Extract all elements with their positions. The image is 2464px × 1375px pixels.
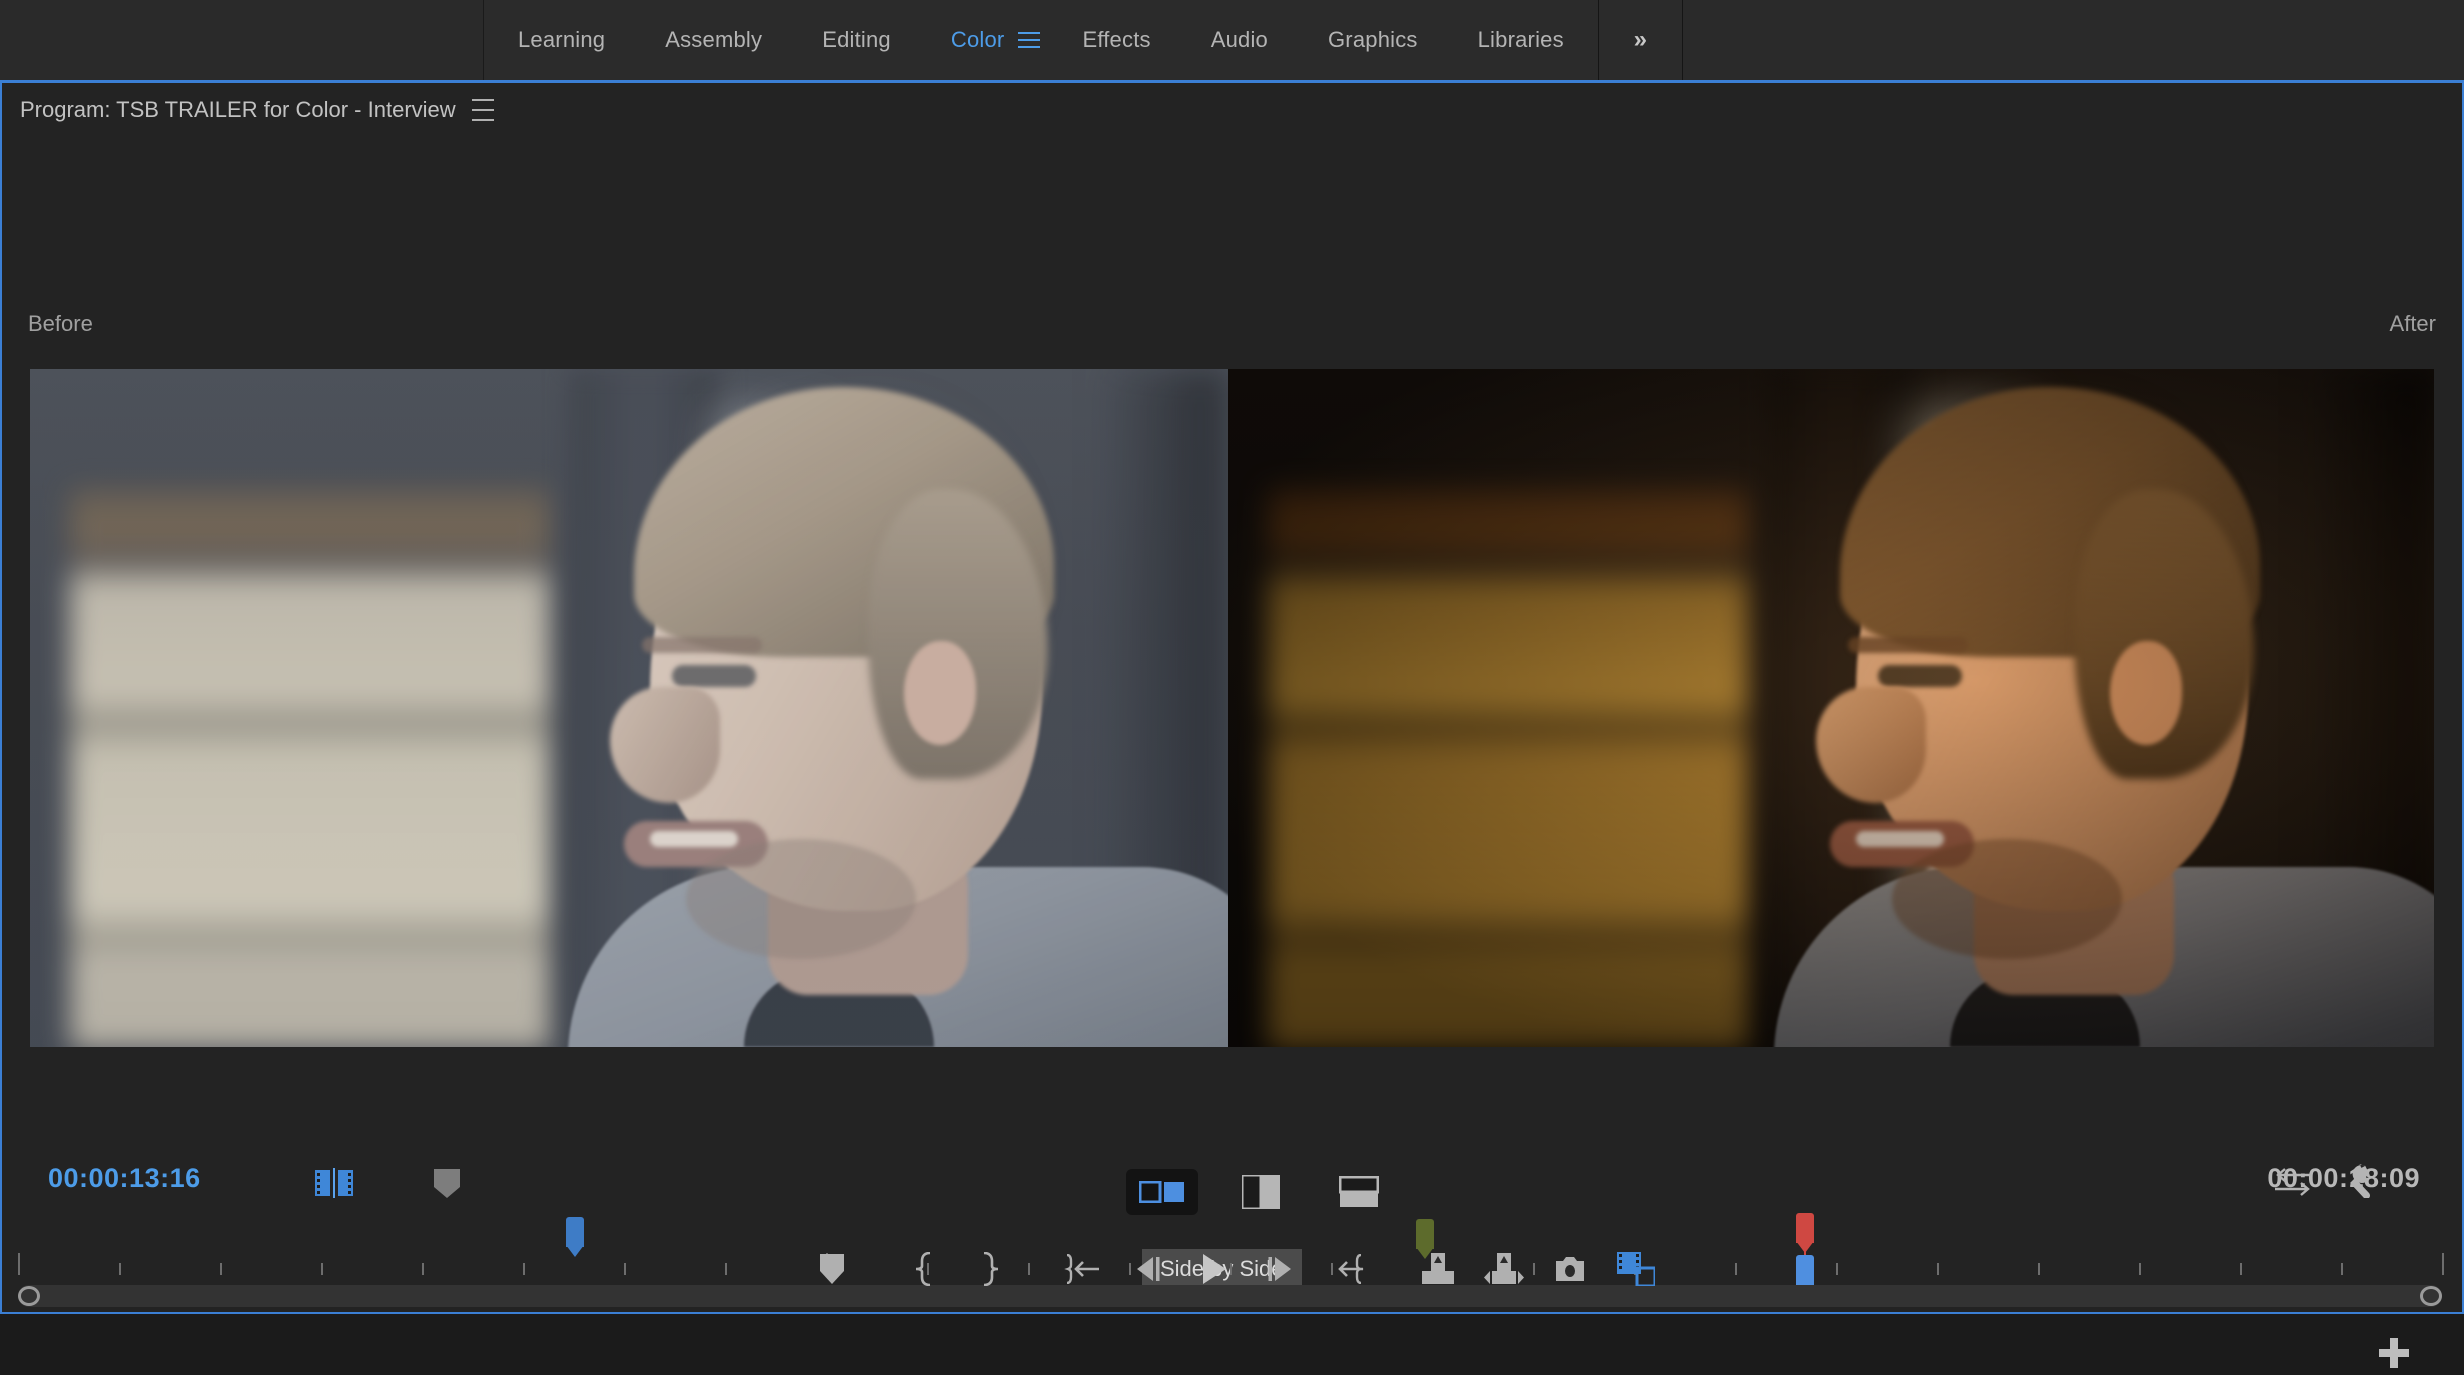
panel-menu-icon[interactable] [471, 99, 496, 121]
extract-button[interactable] [1471, 1236, 1537, 1302]
subject-cheek-shadow [1892, 839, 2122, 959]
comparison-view-icon[interactable] [1603, 1236, 1669, 1302]
video-comparison-area[interactable] [30, 369, 2434, 1047]
subject-person [1774, 369, 2434, 1047]
video-before-frame[interactable] [30, 369, 1228, 1047]
step-back-button[interactable] [1115, 1236, 1181, 1302]
subject-brow [642, 637, 762, 653]
before-label: Before [28, 311, 93, 336]
mark-out-button[interactable] [957, 1236, 1023, 1302]
subject-eye [1878, 665, 1962, 687]
workspace-tab-strip: Learning Assembly Editing Color Effects … [484, 0, 1599, 80]
lift-button[interactable] [1405, 1236, 1471, 1302]
subject-cheek-shadow [686, 839, 916, 959]
after-label: After [2389, 311, 2436, 336]
scene-shelf [1268, 489, 1748, 1047]
workspace-tab-effects[interactable]: Effects [1052, 0, 1180, 80]
workspace-overflow-button[interactable]: » [1598, 0, 1683, 80]
hamburger-menu-icon[interactable] [1018, 27, 1044, 53]
subject-nose [1816, 687, 1926, 803]
workspace-bar: Learning Assembly Editing Color Effects … [0, 0, 2464, 80]
add-button[interactable] [2372, 1331, 2416, 1375]
subject-person [568, 369, 1228, 1047]
workspace-tab-editing[interactable]: Editing [792, 0, 921, 80]
subject-ear [2110, 641, 2182, 745]
workspace-tab-color[interactable]: Color [921, 0, 1035, 80]
vertical-split-icon[interactable] [1226, 1170, 1296, 1214]
transport-toolbar [2, 1226, 2464, 1312]
comparison-mode-group [1126, 1169, 1394, 1215]
workspace-right-filler [1682, 0, 2464, 80]
mark-in-button[interactable] [891, 1236, 957, 1302]
after-graded-image [1228, 369, 2434, 1047]
current-timecode[interactable]: 00:00:13:16 [48, 1163, 201, 1194]
before-after-labels: Before After [2, 311, 2462, 347]
subject-ear [904, 641, 976, 745]
step-forward-button[interactable] [1247, 1236, 1313, 1302]
go-to-out-button[interactable] [1313, 1236, 1379, 1302]
subject-nose [610, 687, 720, 803]
video-after-frame[interactable] [1228, 369, 2434, 1047]
camera-icon[interactable] [1537, 1236, 1603, 1302]
side-by-side-icon[interactable] [1126, 1169, 1198, 1215]
go-to-in-button[interactable] [1049, 1236, 1115, 1302]
marker-tag-icon[interactable] [430, 1165, 464, 1201]
before-graded-image [30, 369, 1228, 1047]
workspace-tab-assembly[interactable]: Assembly [635, 0, 792, 80]
add-marker-button[interactable] [799, 1236, 865, 1302]
wrench-icon[interactable] [2340, 1161, 2376, 1199]
workspace-left-filler [0, 0, 484, 80]
workspace-tab-audio[interactable]: Audio [1181, 0, 1298, 80]
panel-titlebar: Program: TSB TRAILER for Color - Intervi… [2, 83, 2462, 137]
play-stop-button[interactable] [1181, 1236, 1247, 1302]
workspace-tab-graphics[interactable]: Graphics [1298, 0, 1448, 80]
subject-eye [672, 665, 756, 687]
subject-brow [1848, 637, 1968, 653]
workspace-tab-learning[interactable]: Learning [488, 0, 635, 80]
comparison-view-icon[interactable] [314, 1165, 354, 1201]
page-title: Program: TSB TRAILER for Color - Intervi… [20, 97, 456, 122]
swap-arrows-icon[interactable] [2272, 1165, 2314, 1199]
horizontal-split-icon[interactable] [1324, 1170, 1394, 1214]
workspace-tab-libraries[interactable]: Libraries [1448, 0, 1594, 80]
scene-shelf [70, 489, 550, 1047]
program-monitor-panel: Program: TSB TRAILER for Color - Intervi… [0, 80, 2464, 1368]
